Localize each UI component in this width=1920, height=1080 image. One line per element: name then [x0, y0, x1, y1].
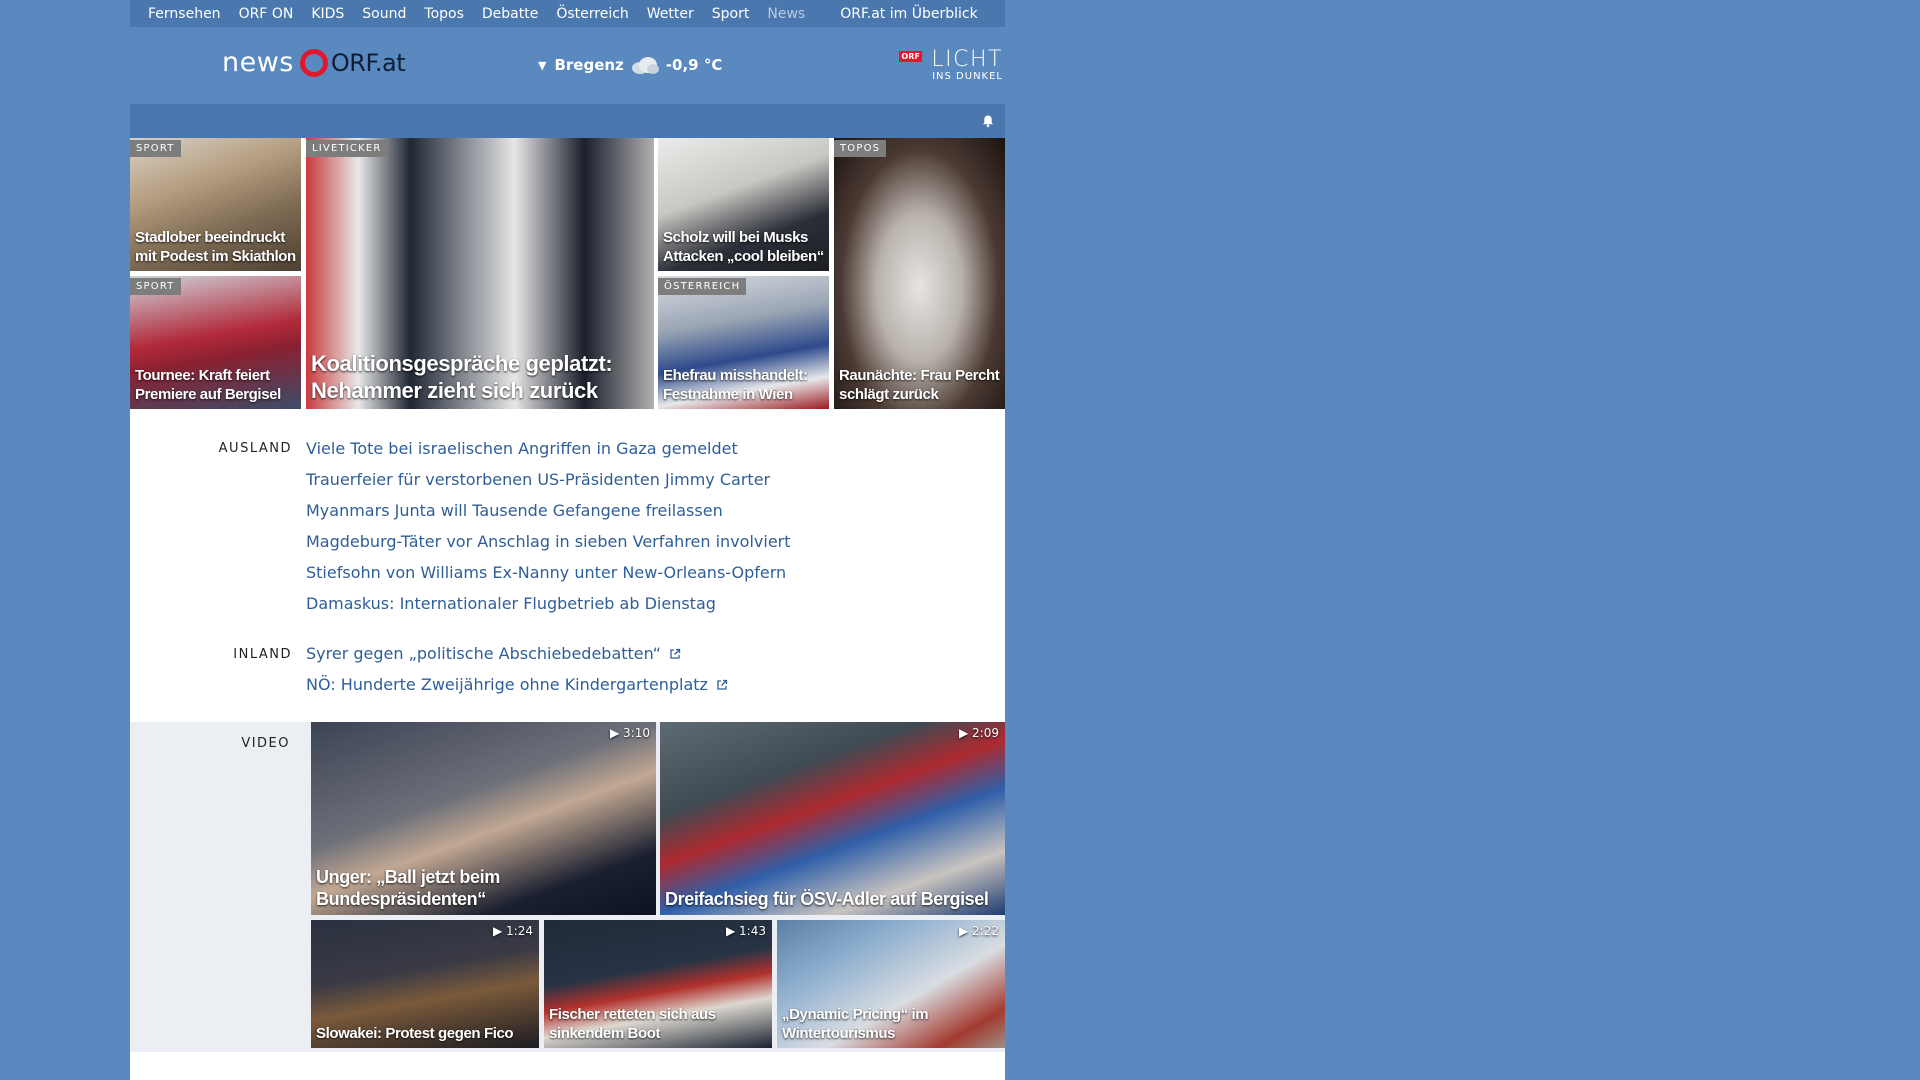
logo-orf-text: ORF.at — [330, 48, 406, 77]
weather-temperature: -0,9 °C — [665, 56, 723, 74]
tile-category-label: LIVETICKER — [306, 140, 388, 157]
nav-overview[interactable]: ORF.at im Überblick — [840, 6, 977, 22]
tile-caption: Scholz will bei Musks Attacken „cool ble… — [663, 229, 824, 265]
duration-text: 2:09 — [972, 726, 999, 740]
duration-text: 2:22 — [972, 924, 999, 938]
weather-widget[interactable]: ▼ Bregenz -0,9 °C — [538, 55, 722, 75]
nav-kids[interactable]: KIDS — [311, 6, 344, 22]
ausland-link-list: Viele Tote bei israelischen Angriffen in… — [306, 433, 791, 619]
video-caption: „Dynamic Pricing“ im Wintertourismus — [782, 1006, 929, 1042]
headline-link[interactable]: Damaskus: Internationaler Flugbetrieb ab… — [306, 588, 791, 619]
story-tile[interactable]: SPORT Stadlober beeindruckt mit Podest i… — [130, 138, 301, 271]
story-tile[interactable]: ÖSTERREICH Ehefrau misshandelt: Festnahm… — [658, 276, 829, 409]
duration-text: 3:10 — [623, 726, 650, 740]
licht-ins-dunkel-logo[interactable]: ORF LICHT INS DUNKEL — [899, 47, 1003, 82]
headline-text: NÖ: Hunderte Zweijährige ohne Kindergart… — [306, 675, 708, 694]
tile-caption: Raunächte: Frau Percht schlägt zurück — [839, 367, 1000, 403]
video-duration: ▶ 1:24 — [493, 924, 533, 938]
tile-category-label: ÖSTERREICH — [658, 278, 747, 295]
headline-link[interactable]: NÖ: Hunderte Zweijährige ohne Kindergart… — [306, 669, 728, 700]
tile-category-label: SPORT — [130, 278, 181, 295]
video-duration: ▶ 2:09 — [959, 726, 999, 740]
licht-title: LICHT — [931, 47, 1003, 72]
story-tile[interactable]: TOPOS Raunächte: Frau Percht schlägt zur… — [834, 138, 1005, 409]
video-tile[interactable]: ▶ 1:43 Fischer retteten sich aus sinkend… — [544, 920, 772, 1048]
headline-link[interactable]: Trauerfeier für verstorbenen US-Präsiden… — [306, 464, 791, 495]
section-label-video: VIDEO — [241, 736, 290, 751]
external-link-icon — [717, 679, 728, 690]
video-caption: Dreifachsieg für ÖSV-Adler auf Bergisel — [665, 889, 989, 909]
nav-sound[interactable]: Sound — [362, 6, 406, 22]
nav-orf-on[interactable]: ORF ON — [239, 6, 294, 22]
video-tile[interactable]: ▶ 1:24 Slowakei: Protest gegen Fico — [311, 920, 539, 1048]
tile-category-label: TOPOS — [834, 140, 887, 157]
tile-category-label: SPORT — [130, 140, 181, 157]
dropdown-triangle-icon: ▼ — [538, 58, 547, 72]
video-caption: Unger: „Ball jetzt beim Bundespräsidente… — [316, 867, 500, 909]
video-tile[interactable]: ▶ 2:09 Dreifachsieg für ÖSV-Adler auf Be… — [660, 722, 1005, 915]
weather-location: Bregenz — [554, 56, 624, 74]
video-caption: Slowakei: Protest gegen Fico — [316, 1025, 514, 1042]
video-section: VIDEO ▶ 3:10 Unger: „Ball jetzt beim Bun… — [130, 722, 1005, 1052]
inland-link-list: Syrer gegen „politische Abschiebedebatte… — [306, 638, 728, 700]
video-tile[interactable]: ▶ 2:22 „Dynamic Pricing“ im Wintertouris… — [777, 920, 1005, 1048]
headline-link[interactable]: Magdeburg-Täter vor Anschlag in sieben V… — [306, 526, 791, 557]
section-label-inland: INLAND — [233, 647, 292, 662]
orf-ring-icon — [299, 48, 328, 77]
headline-text: Syrer gegen „politische Abschiebedebatte… — [306, 644, 661, 663]
licht-subtitle: INS DUNKEL — [932, 71, 1003, 82]
section-label-ausland: AUSLAND — [218, 441, 292, 456]
navigation-bar — [130, 104, 1005, 138]
nav-news[interactable]: News — [767, 6, 805, 22]
nav-debatte[interactable]: Debatte — [482, 6, 538, 22]
external-link-icon — [670, 648, 681, 659]
story-tile[interactable]: Scholz will bei Musks Attacken „cool ble… — [658, 138, 829, 271]
nav-fernsehen[interactable]: Fernsehen — [148, 6, 221, 22]
top-navigation: Fernsehen ORF ON KIDS Sound Topos Debatt… — [130, 0, 1005, 27]
news-orf-logo[interactable]: news ORF.at — [222, 47, 406, 78]
lead-story-tile[interactable]: LIVETICKER Koalitionsgespräche geplatzt:… — [306, 138, 654, 409]
main-content: SPORT Stadlober beeindruckt mit Podest i… — [130, 138, 1005, 1080]
video-duration: ▶ 3:10 — [610, 726, 650, 740]
page: Fernsehen ORF ON KIDS Sound Topos Debatt… — [130, 0, 1005, 1080]
headline-link[interactable]: Viele Tote bei israelischen Angriffen in… — [306, 433, 791, 464]
duration-text: 1:24 — [506, 924, 533, 938]
site-header: news ORF.at ▼ Bregenz -0,9 °C ORF LICHT … — [130, 27, 1005, 103]
video-duration: ▶ 2:22 — [959, 924, 999, 938]
nav-topos[interactable]: Topos — [424, 6, 463, 22]
nav-oesterreich[interactable]: Österreich — [556, 6, 628, 22]
video-duration: ▶ 1:43 — [726, 924, 766, 938]
logo-news-text: news — [222, 47, 294, 78]
tile-caption: Tournee: Kraft feiert Premiere auf Bergi… — [135, 367, 281, 403]
video-caption: Fischer retteten sich aus sinkendem Boot — [549, 1006, 716, 1042]
tile-caption: Koalitionsgespräche geplatzt: Nehammer z… — [311, 351, 613, 403]
story-tile[interactable]: SPORT Tournee: Kraft feiert Premiere auf… — [130, 276, 301, 409]
nav-wetter[interactable]: Wetter — [647, 6, 694, 22]
nav-sport[interactable]: Sport — [712, 6, 750, 22]
duration-text: 1:43 — [739, 924, 766, 938]
headline-link[interactable]: Myanmars Junta will Tausende Gefangene f… — [306, 495, 791, 526]
headline-link[interactable]: Syrer gegen „politische Abschiebedebatte… — [306, 638, 728, 669]
cloud-icon — [631, 57, 659, 74]
tile-caption: Ehefrau misshandelt: Festnahme in Wien — [663, 367, 808, 403]
bell-icon[interactable] — [981, 114, 995, 128]
headline-link[interactable]: Stiefsohn von Williams Ex-Nanny unter Ne… — [306, 557, 791, 588]
video-tile[interactable]: ▶ 3:10 Unger: „Ball jetzt beim Bundesprä… — [311, 722, 656, 915]
licht-orf-badge: ORF — [899, 51, 922, 62]
tile-caption: Stadlober beeindruckt mit Podest im Skia… — [135, 229, 296, 265]
